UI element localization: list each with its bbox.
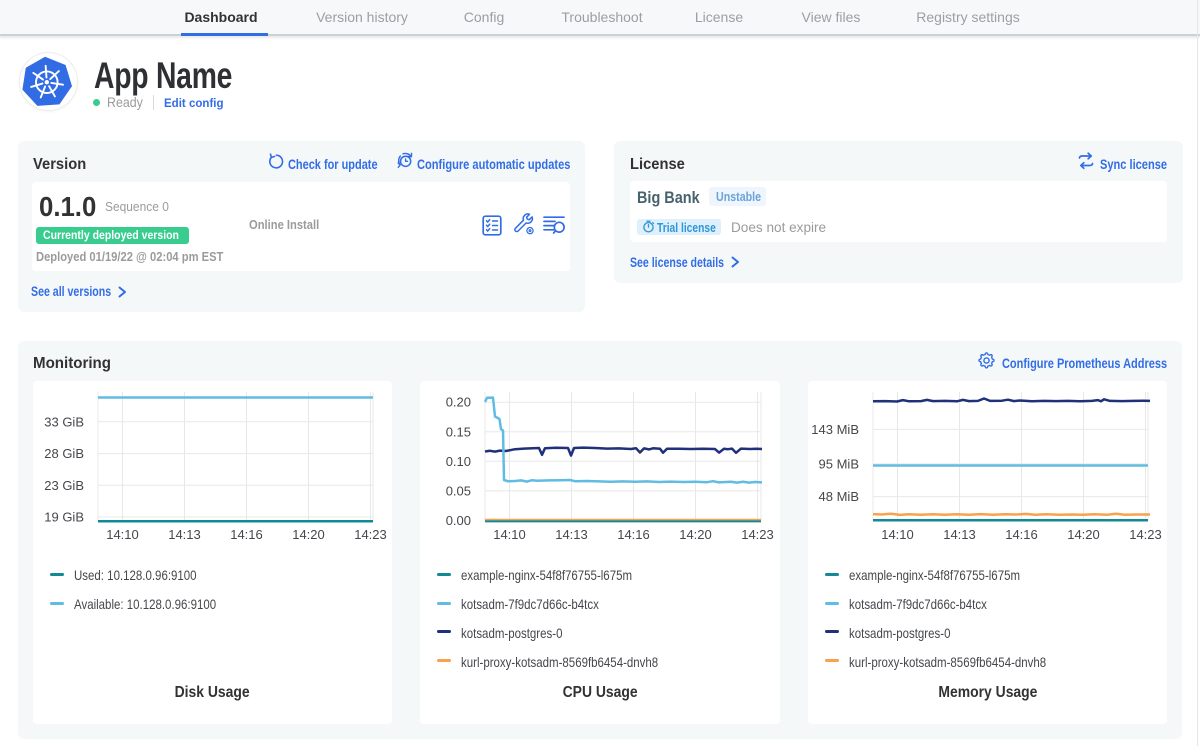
svg-text:0.15: 0.15 — [446, 424, 471, 439]
svg-text:23 GiB: 23 GiB — [44, 478, 84, 493]
svg-text:14:13: 14:13 — [943, 527, 976, 542]
svg-text:14:20: 14:20 — [292, 527, 325, 542]
svg-text:143 MiB: 143 MiB — [811, 422, 859, 437]
svg-text:14:13: 14:13 — [555, 527, 588, 542]
svg-text:0.05: 0.05 — [446, 483, 471, 498]
svg-text:0.20: 0.20 — [446, 395, 471, 410]
svg-text:14:16: 14:16 — [230, 527, 263, 542]
svg-text:28 GiB: 28 GiB — [44, 446, 84, 461]
svg-text:14:10: 14:10 — [493, 527, 526, 542]
svg-text:14:10: 14:10 — [881, 527, 914, 542]
svg-text:14:23: 14:23 — [354, 527, 387, 542]
svg-text:14:23: 14:23 — [741, 527, 774, 542]
svg-text:14:10: 14:10 — [106, 527, 139, 542]
svg-text:14:13: 14:13 — [168, 527, 201, 542]
svg-text:33 GiB: 33 GiB — [44, 414, 84, 429]
svg-text:14:20: 14:20 — [679, 527, 712, 542]
svg-text:14:16: 14:16 — [1005, 527, 1038, 542]
svg-text:19 GiB: 19 GiB — [44, 510, 84, 525]
svg-text:14:16: 14:16 — [617, 527, 650, 542]
svg-text:95 MiB: 95 MiB — [819, 456, 859, 471]
svg-text:48 MiB: 48 MiB — [819, 489, 859, 504]
svg-text:14:23: 14:23 — [1129, 527, 1162, 542]
svg-text:0.10: 0.10 — [446, 454, 471, 469]
svg-text:0.00: 0.00 — [446, 513, 471, 528]
svg-text:14:20: 14:20 — [1067, 527, 1100, 542]
